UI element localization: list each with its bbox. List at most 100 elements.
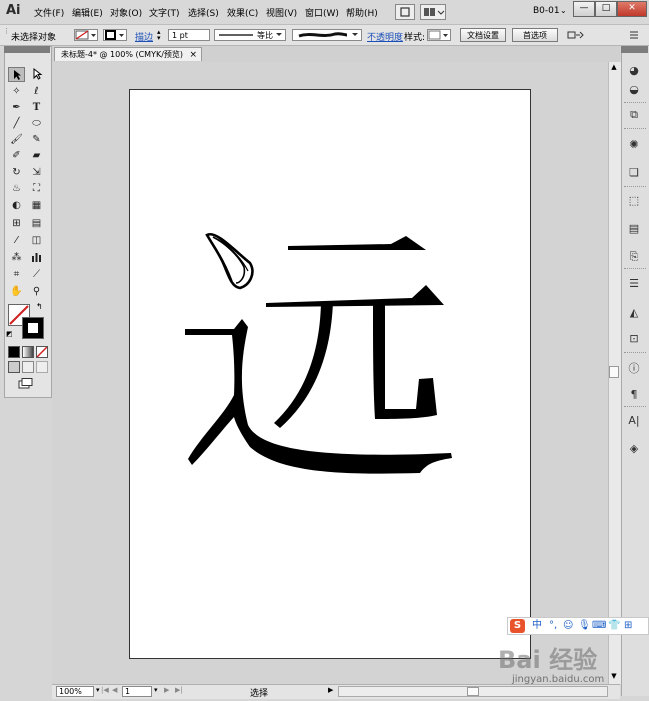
dot-stroke[interactable] — [205, 232, 254, 290]
magic-wand-icon[interactable]: ✧ — [8, 84, 25, 99]
default-colors-icon[interactable]: ◩ — [6, 330, 13, 338]
artboard-icon[interactable]: ⌗ — [8, 267, 25, 282]
symbol-sprayer-icon[interactable]: ⁂ — [8, 250, 25, 265]
links-icon[interactable]: ⓘ — [625, 361, 643, 377]
document-tab[interactable]: 未标题-4* @ 100% (CMYK/预览) × — [54, 47, 202, 61]
ime-chinese-mode[interactable]: 中 — [532, 618, 542, 634]
gradient-icon[interactable]: ▤ — [28, 216, 45, 231]
pen-icon[interactable]: ✒ — [8, 100, 25, 115]
fill-swatch[interactable] — [74, 29, 98, 41]
ime-punctuation-icon[interactable]: °, — [549, 618, 557, 634]
type-icon[interactable]: T — [28, 100, 45, 115]
blob-brush-icon[interactable]: ✐ — [8, 148, 25, 163]
gradient-mode-icon[interactable] — [22, 346, 34, 358]
warp-icon[interactable]: ♨ — [8, 181, 25, 196]
swap-colors-icon[interactable]: ↰ — [36, 302, 43, 311]
ime-voice-icon[interactable]: 🎙 — [578, 618, 591, 634]
calligraphy-artwork[interactable] — [180, 225, 460, 475]
align-icon[interactable]: ☰ — [625, 276, 643, 292]
direct-selection-icon[interactable] — [28, 67, 45, 82]
arrange-documents-icon[interactable] — [420, 4, 446, 20]
stroke-swatch[interactable] — [103, 29, 127, 41]
transform-icon[interactable]: ◭ — [625, 305, 643, 321]
ime-emoji-icon[interactable]: ☺ — [563, 618, 573, 634]
chevron-down-icon[interactable]: ▾ — [96, 686, 100, 694]
free-transform-icon[interactable]: ⛶ — [28, 181, 45, 196]
graphic-style-picker[interactable] — [427, 29, 451, 41]
appearance-icon[interactable]: ▤ — [625, 221, 643, 237]
swatches-icon[interactable]: ⧉ — [625, 107, 643, 123]
mesh-icon[interactable]: ⊞ — [8, 216, 25, 231]
preferences-button[interactable]: 首选项 — [512, 28, 558, 42]
layers-stack-icon[interactable]: ◈ — [625, 441, 643, 457]
layers-icon[interactable]: ⎘ — [625, 249, 643, 265]
color-mode-icon[interactable] — [8, 346, 20, 358]
draw-behind-icon[interactable] — [22, 361, 34, 373]
prev-artboard-icon[interactable]: ◀ — [112, 686, 117, 694]
eyedropper-icon[interactable]: ⁄ — [8, 233, 25, 248]
first-artboard-icon[interactable]: |◀ — [101, 686, 109, 694]
horizontal-scroll-thumb[interactable] — [467, 687, 479, 696]
stroke-color-swatch[interactable] — [22, 317, 44, 339]
paintbrush-icon[interactable]: 🖌 — [8, 132, 25, 147]
maximize-button[interactable]: □ — [595, 1, 617, 17]
pencil-icon[interactable]: ✎ — [28, 132, 45, 147]
symbols-icon[interactable]: ❏ — [625, 165, 643, 181]
lasso-icon[interactable]: ℓ — [28, 84, 45, 99]
graphic-styles-icon[interactable]: ⬚ — [625, 193, 643, 209]
brushes-icon[interactable]: ✺ — [625, 137, 643, 153]
zoom-icon[interactable]: ⚲ — [28, 284, 45, 299]
menu-view[interactable]: 视图(V) — [266, 6, 297, 19]
menu-edit[interactable]: 编辑(E) — [72, 6, 103, 19]
ime-keyboard-icon[interactable]: ⌨ — [592, 618, 606, 634]
vertical-scroll-thumb[interactable] — [609, 366, 619, 378]
workspace-switcher[interactable]: B0-01 — [533, 6, 560, 16]
menu-select[interactable]: 选择(S) — [188, 6, 219, 19]
menu-type[interactable]: 文字(T) — [149, 6, 180, 19]
opacity-link[interactable]: 不透明度 — [367, 30, 403, 43]
right-hook-stroke[interactable] — [373, 302, 437, 419]
ime-skin-icon[interactable]: 👕 — [608, 618, 620, 634]
minimize-button[interactable]: — — [573, 1, 595, 17]
chevron-down-icon[interactable]: ⌄ — [560, 6, 567, 15]
draw-inside-icon[interactable] — [36, 361, 48, 373]
document-setup-button[interactable]: 文档设置 — [460, 28, 506, 42]
middle-horizontal-stroke[interactable] — [266, 285, 444, 307]
status-menu-icon[interactable]: ▶ — [328, 686, 333, 694]
blend-icon[interactable]: ◫ — [28, 233, 45, 248]
draw-normal-icon[interactable] — [8, 361, 20, 373]
hand-icon[interactable]: ✋ — [8, 284, 25, 299]
menu-effect[interactable]: 效果(C) — [227, 6, 258, 19]
left-vertical-stroke[interactable] — [274, 302, 333, 428]
none-mode-icon[interactable] — [36, 346, 48, 358]
variable-width-profile[interactable]: 等比 — [214, 29, 286, 41]
close-tab-icon[interactable]: × — [189, 48, 197, 62]
panel-menu-icon[interactable] — [628, 29, 644, 41]
menu-object[interactable]: 对象(O) — [110, 6, 142, 19]
menu-help[interactable]: 帮助(H) — [346, 6, 378, 19]
slice-icon[interactable]: ⟋ — [28, 267, 45, 282]
brush-definition[interactable] — [292, 29, 362, 41]
ime-toolbox-icon[interactable]: ⊞ — [624, 618, 632, 634]
stroke-stepper-icon[interactable]: ▴ ▾ — [157, 29, 167, 42]
top-horizontal-stroke[interactable] — [288, 236, 426, 250]
paragraph-icon[interactable]: ¶ — [625, 387, 643, 403]
screen-mode-icon[interactable] — [18, 378, 34, 389]
menu-file[interactable]: 文件(F) — [34, 6, 64, 19]
selection-arrow-icon[interactable] — [8, 67, 25, 82]
perspective-grid-icon[interactable]: ▦ — [28, 198, 45, 213]
shape-builder-icon[interactable]: ◐ — [8, 198, 25, 213]
next-artboard-icon[interactable]: ▶ — [164, 686, 169, 694]
ime-toolbar[interactable]: S 中 °, ☺ 🎙 ⌨ 👕 ⊞ — [507, 617, 649, 635]
dock-header[interactable] — [621, 46, 648, 53]
column-graph-icon[interactable] — [28, 250, 45, 265]
stroke-link[interactable]: 描边 — [135, 30, 153, 43]
close-button[interactable]: ✕ — [617, 1, 647, 17]
zoom-select[interactable]: 100% — [56, 686, 94, 697]
last-artboard-icon[interactable]: ▶| — [175, 686, 183, 694]
color-guide-icon[interactable]: ◒ — [625, 82, 643, 98]
artboard-number-field[interactable]: 1 — [122, 686, 152, 697]
isolate-icon[interactable] — [566, 29, 588, 41]
rotate-icon[interactable]: ↻ — [8, 165, 25, 180]
color-icon[interactable]: ◕ — [625, 63, 643, 79]
